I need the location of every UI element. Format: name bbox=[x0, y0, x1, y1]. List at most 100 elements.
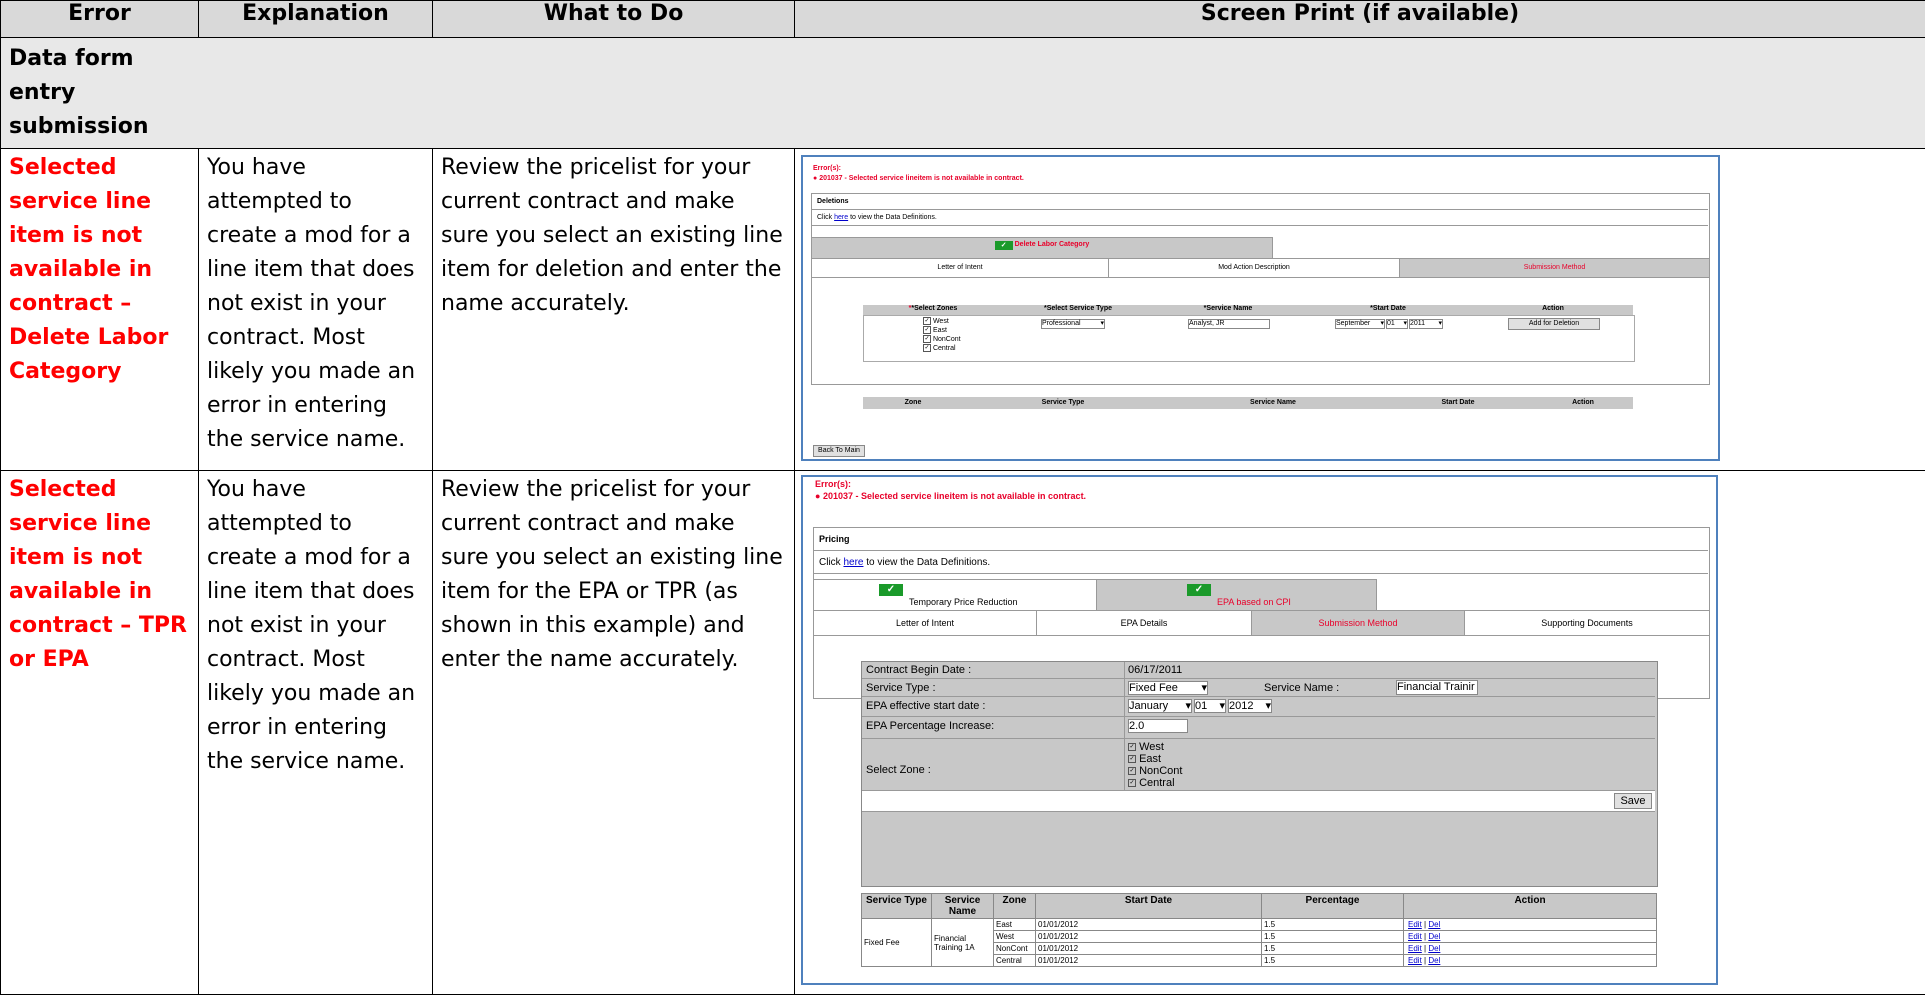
start-day-select[interactable]: 01▾ bbox=[1386, 319, 1408, 329]
epa-year-select[interactable]: 2012▾ bbox=[1228, 699, 1272, 713]
del-link[interactable]: Del bbox=[1428, 944, 1440, 953]
tab-mod-action-description[interactable]: Mod Action Description bbox=[1108, 258, 1400, 278]
col-select-zones: **Select Zones bbox=[863, 305, 1003, 312]
del-link[interactable]: Del bbox=[1428, 932, 1440, 941]
list-col-service-name: Service Name bbox=[1163, 399, 1383, 406]
section-title: Data form entry submission bbox=[1, 38, 1925, 149]
tab-submission-method[interactable]: Submission Method bbox=[1399, 258, 1710, 278]
zone-east-checkbox[interactable]: ✓ East bbox=[1128, 753, 1182, 765]
cell-zone: East bbox=[994, 919, 1036, 931]
save-button[interactable]: Save bbox=[1614, 793, 1652, 809]
error-message: ● 201037 - Selected service lineitem is … bbox=[813, 175, 1024, 182]
epa-percentage-input[interactable]: 2.0 bbox=[1128, 719, 1188, 733]
tab-submission-method[interactable]: Submission Method bbox=[1251, 610, 1465, 636]
check-icon: ✓ bbox=[1187, 584, 1211, 596]
th-zone: Zone bbox=[994, 894, 1036, 919]
screenshot-pricing: Error(s): ● 201037 - Selected service li… bbox=[801, 475, 1718, 985]
th-start-date: Start Date bbox=[1036, 894, 1262, 919]
start-year-select[interactable]: 2011▾ bbox=[1409, 319, 1443, 329]
service-type-label: Service Type : bbox=[866, 682, 936, 694]
cell-action: Edit | Del bbox=[1404, 931, 1657, 943]
zone-central-checkbox[interactable]: ✓ Central bbox=[1128, 777, 1182, 789]
section-deletions: Deletions bbox=[817, 198, 849, 205]
cell-start-date: 01/01/2012 bbox=[1036, 955, 1262, 967]
tab-epa-details[interactable]: EPA Details bbox=[1036, 610, 1252, 636]
row1-screen-print: Error(s): ● 201037 - Selected service li… bbox=[795, 149, 1925, 471]
select-zone-label: Select Zone : bbox=[866, 764, 931, 776]
table-row: Fixed Fee Financial Training 1A East 01/… bbox=[862, 919, 1657, 931]
cell-action: Edit | Del bbox=[1404, 943, 1657, 955]
start-month-select[interactable]: September▾ bbox=[1335, 319, 1385, 329]
th-action: Action bbox=[1404, 894, 1657, 919]
data-definitions-link[interactable]: here bbox=[834, 214, 848, 221]
cell-action: Edit | Del bbox=[1404, 919, 1657, 931]
screenshot-deletions: Error(s): ● 201037 - Selected service li… bbox=[801, 155, 1720, 461]
add-for-deletion-button[interactable]: Add for Deletion bbox=[1508, 318, 1600, 330]
cell-service-name: Financial Training 1A bbox=[932, 919, 994, 967]
cell-percentage: 1.5 bbox=[1262, 931, 1404, 943]
contract-begin-value: 06/17/2011 bbox=[1128, 664, 1182, 676]
list-col-zone: Zone bbox=[863, 399, 963, 406]
col-select-service-type: *Select Service Type bbox=[1003, 305, 1153, 312]
service-type-select[interactable]: Fixed Fee▾ bbox=[1128, 681, 1208, 695]
data-definitions-text: Click here to view the Data Definitions. bbox=[817, 214, 937, 221]
cell-start-date: 01/01/2012 bbox=[1036, 919, 1262, 931]
cell-zone: West bbox=[994, 931, 1036, 943]
del-link[interactable]: Del bbox=[1428, 920, 1440, 929]
row2-screen-print: Error(s): ● 201037 - Selected service li… bbox=[795, 471, 1925, 995]
check-icon: ✓ bbox=[879, 584, 903, 596]
error-table: Error Explanation What to Do Screen Prin… bbox=[0, 0, 1925, 995]
edit-link[interactable]: Edit bbox=[1408, 956, 1422, 965]
epa-start-label: EPA effective start date : bbox=[866, 700, 985, 712]
cell-service-type: Fixed Fee bbox=[862, 919, 932, 967]
cell-percentage: 1.5 bbox=[1262, 955, 1404, 967]
cell-zone: NonCont bbox=[994, 943, 1036, 955]
col-start-date: *Start Date bbox=[1303, 305, 1473, 312]
service-name-input[interactable]: Financial Trainir bbox=[1396, 680, 1478, 695]
row2-what-to-do: Review the pricelist for your current co… bbox=[433, 471, 795, 995]
tab-delete-labor-category[interactable]: ✓ Delete Labor Category bbox=[811, 237, 1273, 259]
row2-error: Selected service line item is not availa… bbox=[1, 471, 199, 995]
epa-month-select[interactable]: January▾ bbox=[1128, 699, 1192, 713]
del-link[interactable]: Del bbox=[1428, 956, 1440, 965]
error-message: ● 201037 - Selected service lineitem is … bbox=[815, 491, 1086, 501]
row1-error: Selected service line item is not availa… bbox=[1, 149, 199, 471]
th-service-name: Service Name bbox=[932, 894, 994, 919]
service-type-select[interactable]: Professional▾ bbox=[1041, 319, 1105, 329]
edit-link[interactable]: Edit bbox=[1408, 944, 1422, 953]
errors-label: Error(s): bbox=[815, 479, 851, 489]
tab-temporary-price-reduction[interactable]: ✓ Temporary Price Reduction bbox=[813, 579, 1097, 611]
zone-east-checkbox[interactable]: ✓ East bbox=[923, 326, 961, 335]
col-service-name: *Service Name bbox=[1153, 305, 1303, 312]
cell-percentage: 1.5 bbox=[1262, 943, 1404, 955]
edit-link[interactable]: Edit bbox=[1408, 932, 1422, 941]
zone-west-checkbox[interactable]: ✓ West bbox=[923, 317, 961, 326]
zone-west-checkbox[interactable]: ✓ West bbox=[1128, 741, 1182, 753]
zone-checkboxes: ✓ West ✓ East ✓ NonCont ✓ Central bbox=[1128, 741, 1182, 789]
data-definitions-text: Click here to view the Data Definitions. bbox=[819, 557, 990, 568]
header-what-to-do: What to Do bbox=[433, 1, 795, 38]
tab-letter-of-intent[interactable]: Letter of Intent bbox=[813, 610, 1037, 636]
epa-results-table: Service Type Service Name Zone Start Dat… bbox=[861, 893, 1657, 967]
row1-what-to-do: Review the pricelist for your current co… bbox=[433, 149, 795, 471]
service-name-input[interactable]: Analyst, JR bbox=[1188, 319, 1270, 329]
header-explanation: Explanation bbox=[199, 1, 433, 38]
cell-start-date: 01/01/2012 bbox=[1036, 943, 1262, 955]
th-percentage: Percentage bbox=[1262, 894, 1404, 919]
header-screen-print: Screen Print (if available) bbox=[795, 1, 1925, 38]
service-name-label: Service Name : bbox=[1264, 682, 1339, 694]
tab-epa-based-on-cpi[interactable]: ✓ EPA based on CPI bbox=[1096, 579, 1377, 611]
zone-noncont-checkbox[interactable]: ✓ NonCont bbox=[1128, 765, 1182, 777]
col-action: Action bbox=[1473, 305, 1633, 312]
tab-supporting-documents[interactable]: Supporting Documents bbox=[1464, 610, 1710, 636]
zone-central-checkbox[interactable]: ✓ Central bbox=[923, 344, 961, 353]
edit-link[interactable]: Edit bbox=[1408, 920, 1422, 929]
epa-day-select[interactable]: 01▾ bbox=[1194, 699, 1226, 713]
zone-noncont-checkbox[interactable]: ✓ NonCont bbox=[923, 335, 961, 344]
list-col-action: Action bbox=[1533, 399, 1633, 406]
tab-letter-of-intent[interactable]: Letter of Intent bbox=[811, 258, 1109, 278]
cell-zone: Central bbox=[994, 955, 1036, 967]
data-definitions-link[interactable]: here bbox=[843, 557, 863, 568]
check-icon: ✓ bbox=[995, 241, 1013, 250]
back-to-main-button[interactable]: Back To Main bbox=[813, 445, 865, 457]
